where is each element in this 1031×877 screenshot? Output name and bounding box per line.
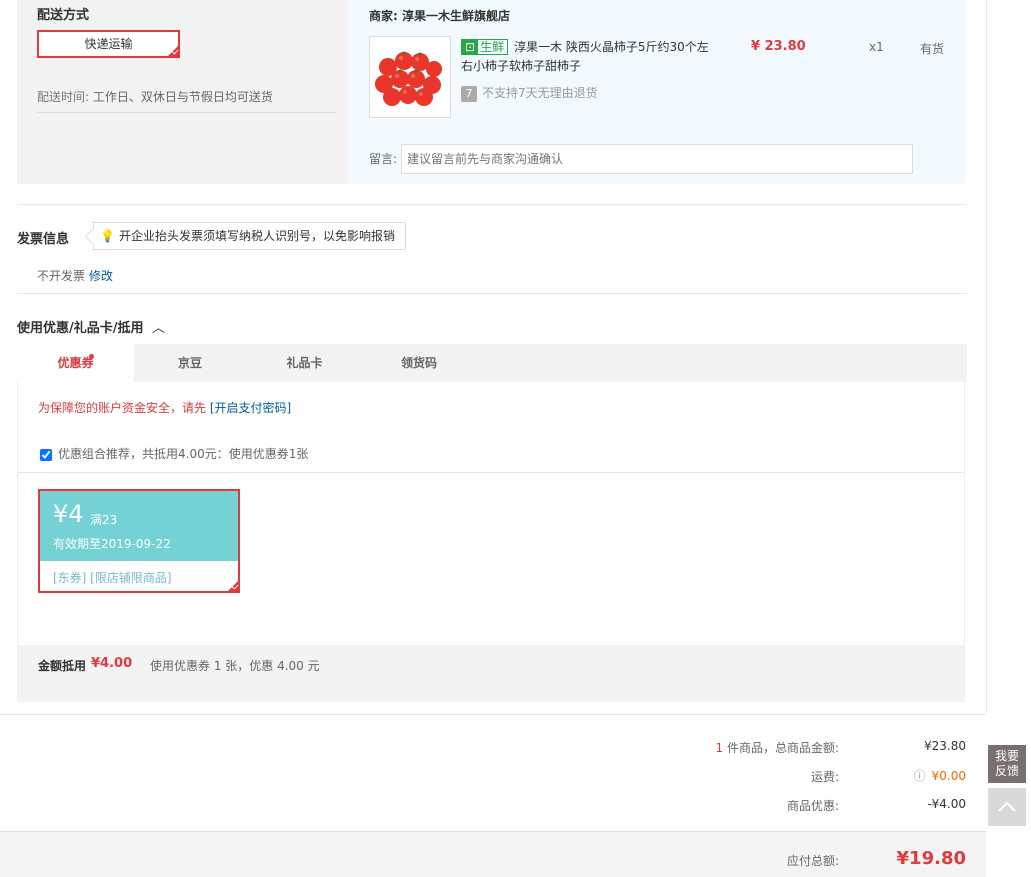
invoice-value-text: 不开发票 [37, 269, 86, 283]
shipping-time: 配送时间: 工作日、双休日与节假日均可送货 [37, 88, 273, 105]
feedback-label: 我要反馈 [994, 749, 1019, 778]
no-return-text: 不支持7天无理由退货 [482, 86, 598, 100]
message-label: 留言: [369, 152, 398, 166]
item-count: 1 [715, 741, 724, 755]
tab-coupon-label: 优惠券 [57, 356, 94, 370]
product-price: ¥ 23.80 [751, 39, 806, 54]
shipping-method-button[interactable]: 快递运输 [37, 30, 180, 58]
divider [0, 714, 986, 715]
seven-day-icon: 7 [461, 85, 477, 102]
divider [18, 472, 964, 473]
tab-jingdou[interactable]: 京豆 [134, 344, 246, 382]
product-image[interactable] [369, 36, 451, 118]
discount-summary-amount: ¥4.00 [91, 656, 133, 671]
payable-label: 应付总额: [786, 854, 839, 868]
coupon-header: ¥4 满23 有效期至2019-09-22 [40, 491, 238, 561]
divider [17, 204, 967, 205]
back-to-top-button[interactable] [988, 788, 1026, 826]
combo-checkbox[interactable] [40, 448, 52, 461]
fresh-tag: ⊡ 生鲜 [461, 39, 509, 55]
invoice-edit-link[interactable]: 修改 [89, 269, 113, 283]
invoice-tip-text: 开企业抬头发票须填写纳税人识别号，以免影响报销 [118, 229, 395, 243]
goods-total-label: 1 件商品，总商品金额: [715, 739, 839, 756]
ticket-icon: ⊡ [462, 40, 479, 54]
selected-check-icon [166, 44, 180, 58]
coupon-tags: [东券] [限店铺限商品] [53, 571, 172, 585]
feedback-button[interactable]: 我要反馈 [988, 745, 1026, 783]
selected-check-icon [226, 579, 240, 593]
invoice-tip: 💡 开企业抬头发票须填写纳税人识别号，以免影响报销 [93, 222, 406, 250]
shipping-title: 配送方式 [37, 8, 90, 23]
lightbulb-icon: 💡 [100, 229, 115, 243]
security-warning: 为保障您的账户资金安全，请先 [开启支付密码] [38, 399, 291, 416]
no-return-notice: 7 不支持7天无理由退货 [461, 84, 598, 102]
discount-title-text: 使用优惠/礼品卡/抵用 [17, 321, 144, 336]
coupon-card[interactable]: ¥4 满23 有效期至2019-09-22 [东券] [限店铺限商品] [38, 489, 240, 593]
freight-value: ⓘ ¥0.00 [914, 767, 966, 784]
content-border [986, 0, 987, 714]
invoice-value: 不开发票 修改 [37, 267, 113, 284]
chevron-up-icon [998, 801, 1016, 812]
discount-label: 商品优惠: [786, 799, 839, 813]
coupon-expiry: 有效期至2019-09-22 [53, 537, 171, 551]
store-name: 商家: 淳果一木生鲜旗舰店 [369, 7, 510, 24]
coupon-condition: 满23 [90, 513, 118, 527]
invoice-title: 发票信息 [17, 232, 70, 247]
enable-pay-password-link[interactable]: [开启支付密码] [210, 401, 291, 415]
tab-coupon[interactable]: 优惠券 [17, 344, 134, 382]
tomato-image-icon [370, 37, 450, 117]
goods-total-value: ¥23.80 [924, 739, 966, 753]
shipping-time-label: 配送时间: [37, 90, 90, 104]
fresh-tag-label: 生鲜 [480, 40, 505, 54]
discount-value: -¥4.00 [927, 797, 966, 811]
tab-gift-card[interactable]: 礼品卡 [246, 344, 363, 382]
warning-text: 为保障您的账户资金安全，请先 [38, 401, 207, 415]
coupon-amount: ¥4 [53, 500, 84, 528]
product-quantity: x1 [869, 40, 884, 54]
stock-status: 有货 [920, 42, 945, 56]
discount-summary-label: 金额抵用 [38, 659, 87, 673]
divider [37, 112, 337, 113]
payable-value: ¥19.80 [896, 848, 966, 869]
product-title[interactable]: ⊡ 生鲜 淳果一木 陕西火晶柿子5斤约30个左右小柿子软柿子甜柿子 [461, 38, 716, 76]
goods-total-label-text: 件商品，总商品金额: [726, 741, 839, 755]
discount-summary-desc: 使用优惠券 1 张，优惠 4.00 元 [150, 659, 320, 673]
shipping-time-value: 工作日、双休日与节假日均可送货 [92, 90, 273, 104]
store-name-value: 淳果一木生鲜旗舰店 [402, 9, 511, 23]
divider [17, 293, 967, 294]
store-label: 商家: [369, 9, 398, 23]
combo-text: 优惠组合推荐，共抵用4.00元：使用优惠券1张 [58, 447, 309, 461]
info-icon[interactable]: ⓘ [914, 769, 926, 783]
combo-recommend: 优惠组合推荐，共抵用4.00元：使用优惠券1张 [40, 445, 308, 462]
freight-value-text: ¥0.00 [931, 769, 966, 783]
notification-dot-icon [89, 354, 94, 359]
discount-tabs: 优惠券 京豆 礼品卡 领货码 [17, 344, 967, 382]
chevron-up-icon: ︿ [152, 321, 166, 336]
freight-label: 运费: [810, 770, 839, 784]
discount-title[interactable]: 使用优惠/礼品卡/抵用 ︿ [17, 317, 165, 336]
tab-redeem-code[interactable]: 领货码 [363, 344, 475, 382]
shipping-method-label: 快递运输 [84, 37, 133, 51]
message-input[interactable] [401, 144, 913, 174]
